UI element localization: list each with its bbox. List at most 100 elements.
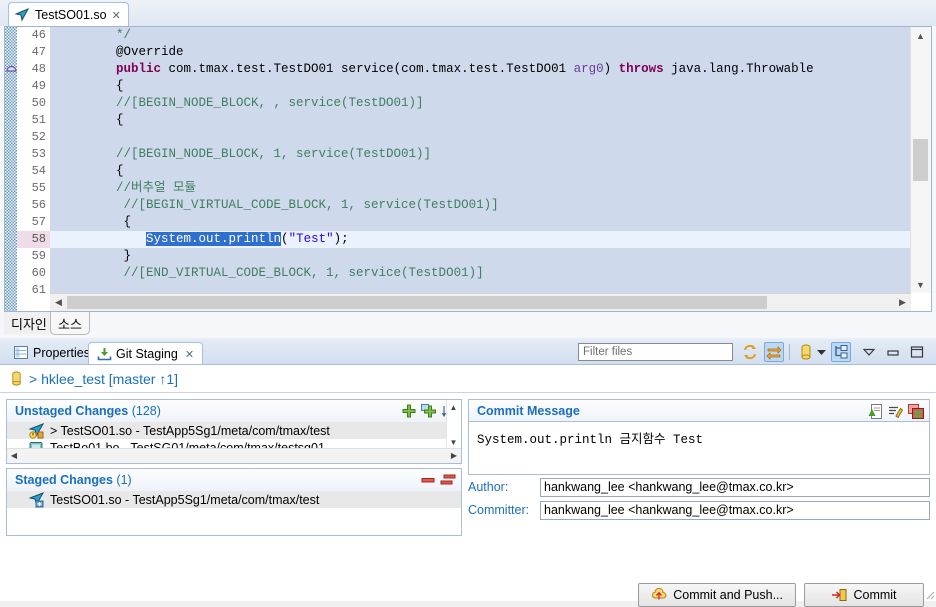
- staged-changes-pane: Staged Changes (1) TestSO01.so - TestApp…: [6, 468, 462, 536]
- commit-message-title: Commit Message: [477, 404, 580, 418]
- code-text-area[interactable]: */ @Override public com.tmax.test.TestDO…: [50, 27, 911, 293]
- line-number: 50: [31, 96, 46, 110]
- repository-icon[interactable]: [796, 342, 816, 362]
- code-line[interactable]: [50, 129, 911, 146]
- code-line[interactable]: //[BEGIN_NODE_BLOCK, , service(TestDO01)…: [50, 95, 911, 112]
- search-input[interactable]: [579, 344, 732, 360]
- add-change-id-icon[interactable]: [908, 403, 924, 419]
- author-committer-fields: Author: Committer:: [468, 477, 930, 523]
- scroll-left-icon[interactable]: ◀: [50, 294, 67, 311]
- staged-toolbar: [421, 473, 456, 487]
- code-token: throws: [618, 62, 664, 76]
- code-line[interactable]: {: [50, 163, 911, 180]
- scroll-up-icon[interactable]: ▲: [447, 400, 460, 414]
- scroll-down-icon[interactable]: ▼: [911, 276, 930, 293]
- line-number: 61: [31, 283, 46, 297]
- stage-all-icon[interactable]: [421, 404, 437, 418]
- line-number: 48: [31, 62, 46, 76]
- code-token: {: [56, 215, 132, 229]
- close-icon[interactable]: ✕: [185, 348, 194, 361]
- add-signed-off-icon[interactable]: [868, 403, 883, 419]
- editor-horizontal-scrollbar[interactable]: ◀ ▶: [50, 293, 911, 311]
- commit-message-editor[interactable]: System.out.println 금지함수 Test: [468, 421, 930, 475]
- unstaged-list-hscrollbar[interactable]: ◀ ▶: [7, 448, 461, 463]
- staged-file-list[interactable]: TestSO01.so - TestApp5Sg1/meta/com/tmax/…: [7, 491, 461, 535]
- list-item-label: TestSO01.so - TestApp5Sg1/meta/com/tmax/…: [50, 492, 320, 507]
- code-line[interactable]: {: [50, 78, 911, 95]
- author-label: Author:: [468, 480, 509, 494]
- tab-source[interactable]: 소스: [50, 312, 90, 335]
- scroll-left-icon[interactable]: ◀: [7, 449, 21, 462]
- refresh-icon[interactable]: [740, 342, 760, 362]
- author-field[interactable]: [540, 477, 930, 497]
- maximize-icon[interactable]: [907, 342, 927, 362]
- code-line[interactable]: //[BEGIN_NODE_BLOCK, 1, service(TestDO01…: [50, 146, 911, 163]
- repository-icon: [10, 371, 23, 386]
- source-editor[interactable]: 46 47 48 49 50 51 52 53 54 55 56 57 58 59 60 61 */ @Ove…: [4, 26, 932, 312]
- git-staging-icon: [97, 347, 112, 361]
- code-line[interactable]: //[BEGIN_VIRTUAL_CODE_BLOCK, 1, service(…: [50, 197, 911, 214]
- code-line[interactable]: {: [50, 112, 911, 129]
- git-staging-body: > hklee_test [master ↑1] Unstaged Change…: [0, 364, 936, 607]
- column-layout-icon[interactable]: [831, 342, 851, 362]
- stage-selected-icon[interactable]: [402, 404, 416, 418]
- unstaged-count: (128): [131, 404, 161, 418]
- commit-message-text[interactable]: System.out.println 금지함수 Test: [469, 422, 929, 453]
- horizontal-scroll-thumb[interactable]: [67, 296, 767, 309]
- repository-dropdown-icon[interactable]: [815, 342, 827, 362]
- amend-commit-icon[interactable]: [888, 404, 903, 419]
- line-number: 54: [31, 164, 46, 178]
- editor-tab-testso01[interactable]: TestSO01.so ✕: [8, 2, 129, 27]
- code-line[interactable]: System.out.println("Test");: [50, 231, 911, 248]
- commit-and-push-button[interactable]: Commit and Push...: [638, 583, 796, 607]
- committer-row: Committer:: [468, 500, 930, 520]
- eclipse-workbench: TestSO01.so ✕ 46 47 48 49 50 51 52 53 54 55 56 57 58…: [0, 0, 936, 607]
- line-number: 53: [31, 147, 46, 161]
- code-token: public: [116, 62, 162, 76]
- code-line[interactable]: @Override: [50, 44, 911, 61]
- tab-properties[interactable]: Properties: [6, 342, 98, 364]
- committer-label: Committer:: [468, 503, 530, 517]
- line-number: 49: [31, 79, 46, 93]
- committer-field[interactable]: [540, 500, 930, 520]
- commit-message-pane: Commit Message: [468, 399, 930, 423]
- code-token: //[BEGIN_NODE_BLOCK, , service(TestDO01)…: [56, 96, 424, 110]
- code-line[interactable]: [50, 282, 911, 293]
- commit-and-push-label: Commit and Push...: [673, 588, 783, 602]
- code-line[interactable]: }: [50, 248, 911, 265]
- code-token: (: [281, 232, 289, 246]
- code-token: //[BEGIN_NODE_BLOCK, 1, service(TestDO01…: [56, 147, 432, 161]
- committer-input[interactable]: [541, 501, 929, 519]
- staged-changes-title: Staged Changes (1): [15, 473, 132, 487]
- unstage-all-icon[interactable]: [440, 473, 456, 487]
- scroll-down-icon[interactable]: ▼: [447, 435, 460, 449]
- code-token: com.tmax.test.TestDO01 service(com.tmax.…: [161, 62, 574, 76]
- tab-git-staging[interactable]: Git Staging ✕: [88, 342, 204, 365]
- line-number: 46: [31, 28, 46, 42]
- link-selection-icon[interactable]: [764, 342, 784, 362]
- close-icon[interactable]: ✕: [112, 10, 121, 21]
- code-line[interactable]: //버추얼 모듈: [50, 180, 911, 197]
- editor-vertical-scrollbar[interactable]: ▲ ▼: [910, 27, 931, 293]
- line-number: 57: [31, 215, 46, 229]
- list-item[interactable]: > TestSO01.so - TestApp5Sg1/meta/com/tma…: [7, 422, 461, 439]
- minimize-icon[interactable]: [883, 342, 903, 362]
- unstage-selected-icon[interactable]: [421, 473, 435, 487]
- commit-button[interactable]: Commit: [804, 583, 924, 607]
- author-input[interactable]: [541, 478, 929, 496]
- view-menu-icon[interactable]: [859, 342, 879, 362]
- code-line[interactable]: public com.tmax.test.TestDO01 service(co…: [50, 61, 911, 78]
- tab-design[interactable]: 디자인: [4, 312, 54, 334]
- scroll-right-icon[interactable]: ▶: [447, 449, 461, 462]
- resize-handle[interactable]: [923, 588, 935, 600]
- code-line[interactable]: //[END_VIRTUAL_CODE_BLOCK, 1, service(Te…: [50, 265, 911, 282]
- git-staging-view-part: Properties Git Staging ✕ Filter files > …: [0, 340, 936, 607]
- code-line[interactable]: */: [50, 27, 911, 44]
- code-line[interactable]: {: [50, 214, 911, 231]
- editor-tab-bar: TestSO01.so ✕: [0, 0, 936, 27]
- filter-files-field[interactable]: [578, 343, 733, 361]
- scroll-right-icon[interactable]: ▶: [894, 294, 911, 311]
- list-item[interactable]: TestSO01.so - TestApp5Sg1/meta/com/tmax/…: [7, 491, 461, 508]
- vertical-scroll-thumb[interactable]: [913, 139, 928, 181]
- scroll-up-icon[interactable]: ▲: [911, 27, 930, 44]
